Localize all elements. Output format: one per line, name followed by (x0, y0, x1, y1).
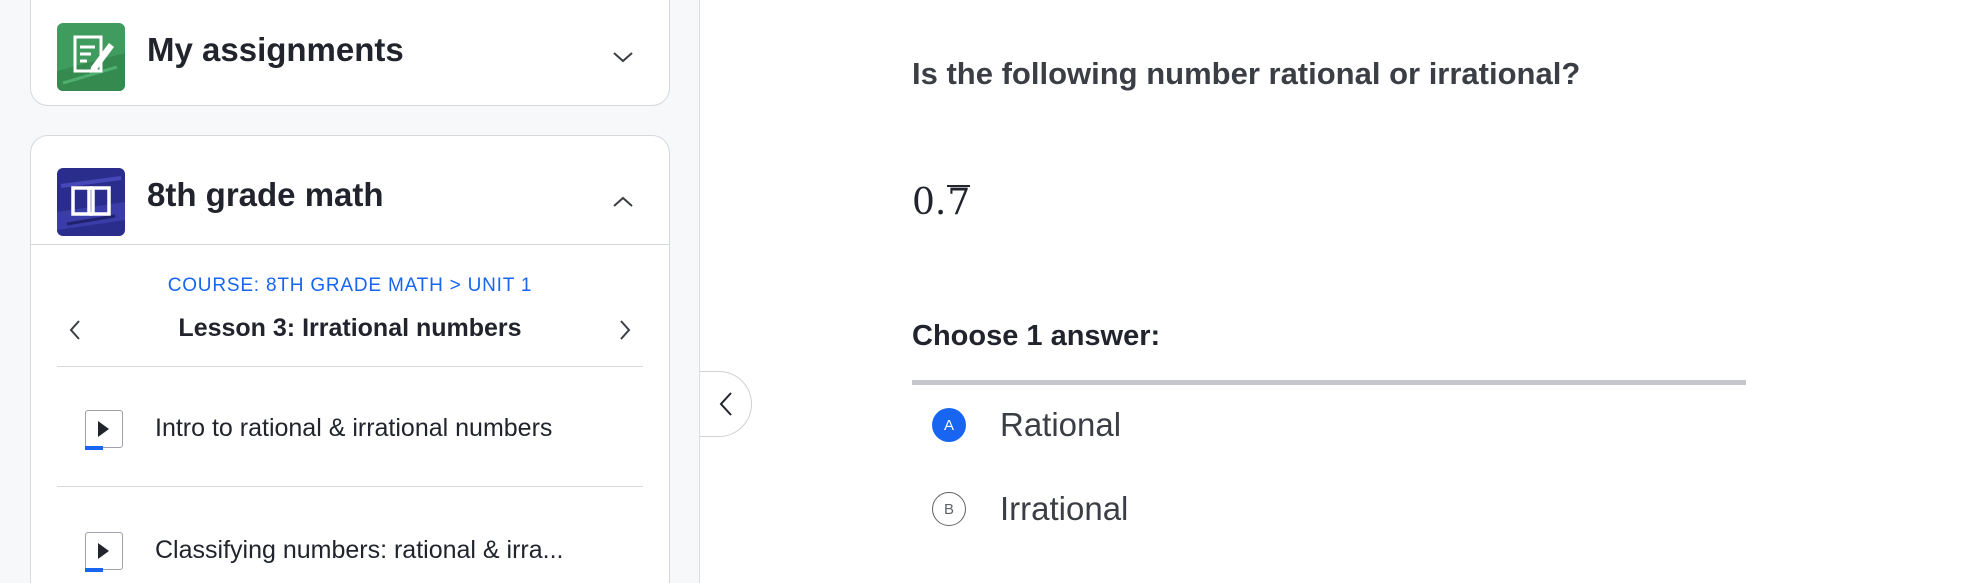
assignments-title: My assignments (147, 31, 404, 68)
play-video-icon (85, 532, 123, 572)
chevron-up-icon[interactable] (603, 182, 643, 222)
math-expression: 0.7 (912, 182, 971, 223)
play-video-icon (85, 410, 123, 450)
course-card: 8th grade math COURSE: 8TH GRADE MATH > … (30, 135, 670, 583)
video-title: Intro to rational & irrational numbers (155, 414, 553, 442)
math-base: 0. (912, 182, 947, 223)
choice-label: Rational (1000, 406, 1122, 443)
choice-irrational[interactable]: B Irrational (928, 484, 1708, 536)
lesson-title: Lesson 3: Irrational numbers (178, 314, 522, 342)
chevron-down-icon[interactable] (603, 37, 643, 77)
course-title: 8th grade math (147, 176, 384, 213)
chevron-right-icon[interactable] (605, 310, 645, 350)
choice-letter-badge: A (932, 408, 966, 442)
answer-prompt: Choose 1 answer: (912, 320, 1161, 352)
choice-label: Irrational (1000, 490, 1129, 527)
choice-rational[interactable]: A Rational (928, 400, 1708, 452)
choice-letter-badge: B (932, 492, 966, 526)
breadcrumb[interactable]: COURSE: 8TH GRADE MATH > UNIT 1 (31, 275, 669, 297)
divider (57, 486, 643, 487)
divider (57, 366, 643, 367)
sidebar: My assignments 8th grade math COURSE: 8T… (0, 0, 700, 583)
course-header[interactable]: 8th grade math (31, 156, 669, 246)
assignments-card[interactable]: My assignments (30, 0, 670, 106)
divider (912, 380, 1746, 385)
math-repeating-digit: 7 (947, 182, 971, 223)
divider (31, 244, 669, 245)
collapse-sidebar-button[interactable] (700, 371, 752, 437)
question-text: Is the following number rational or irra… (912, 56, 1581, 91)
assignment-icon (57, 23, 125, 91)
chevron-left-icon (719, 392, 732, 416)
list-item-video[interactable]: Intro to rational & irrational numbers (57, 388, 643, 468)
list-item-video[interactable]: Classifying numbers: rational & irra... (57, 510, 643, 583)
assignments-header[interactable]: My assignments (31, 11, 669, 101)
lesson-navigator: Lesson 3: Irrational numbers (31, 304, 669, 354)
book-icon (57, 168, 125, 236)
video-title: Classifying numbers: rational & irra... (155, 536, 564, 564)
